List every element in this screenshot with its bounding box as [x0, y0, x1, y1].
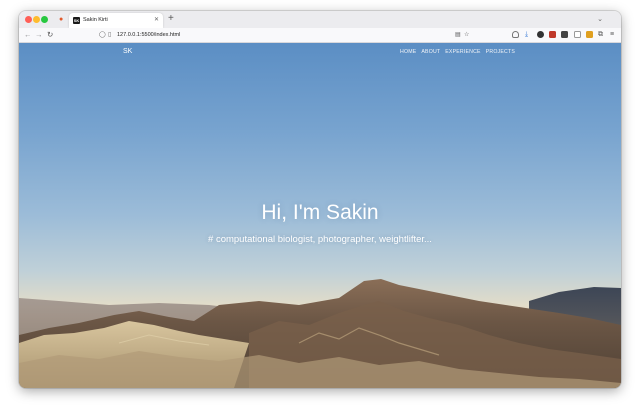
shield-icon[interactable]: ◯ — [99, 30, 106, 40]
new-tab-button[interactable]: + — [168, 13, 174, 25]
extension-grid-icon[interactable] — [561, 31, 568, 38]
hero-title: Hi, I'm Sakin — [261, 201, 379, 224]
hero-subtitle: # computational biologist, photographer,… — [208, 234, 432, 245]
navigation-toolbar: ← → ↻ ◯ ▯ 127.0.0.1:5500/index.html ▤ ☆ … — [19, 28, 621, 43]
downloads-icon[interactable]: ⤓ — [525, 31, 528, 38]
extension-key-icon[interactable] — [586, 31, 593, 38]
list-all-tabs-icon[interactable]: ⌄ — [597, 15, 603, 23]
bookmark-star-icon[interactable]: ☆ — [464, 30, 469, 40]
tab-favicon: SK — [73, 17, 80, 24]
url-text: 127.0.0.1:5500/index.html — [117, 32, 181, 38]
site-nav: HOME ABOUT EXPERIENCE PROJECTS — [400, 49, 515, 55]
nav-about[interactable]: ABOUT — [421, 49, 440, 55]
reader-view-icon[interactable]: ▤ — [455, 30, 461, 40]
window-minimize-button[interactable] — [33, 16, 40, 23]
page-icon[interactable]: ▯ — [108, 30, 111, 40]
back-button[interactable]: ← — [24, 30, 32, 40]
extension-page-icon[interactable] — [574, 31, 581, 38]
browser-window: ● SK Sakin Kirti ✕ + ⌄ ← → ↻ ◯ ▯ 127.0.0… — [19, 11, 621, 388]
pocket-icon[interactable] — [512, 31, 519, 38]
window-maximize-button[interactable] — [41, 16, 48, 23]
site-logo[interactable]: SK — [123, 48, 132, 55]
window-close-button[interactable] — [25, 16, 32, 23]
nav-projects[interactable]: PROJECTS — [486, 49, 515, 55]
nav-home[interactable]: HOME — [400, 49, 416, 55]
app-menu-icon[interactable]: ≡ — [610, 31, 614, 38]
extension-icon[interactable] — [537, 31, 544, 38]
forward-button[interactable]: → — [35, 30, 43, 40]
nav-experience[interactable]: EXPERIENCE — [445, 49, 480, 55]
reload-button[interactable]: ↻ — [47, 30, 53, 40]
address-bar[interactable]: ◯ ▯ 127.0.0.1:5500/index.html ▤ ☆ — [91, 30, 469, 40]
tab-bar: ● SK Sakin Kirti ✕ + ⌄ — [19, 11, 621, 28]
extensions-puzzle-icon[interactable]: ⧉ — [598, 31, 603, 38]
extension-red-icon[interactable] — [549, 31, 556, 38]
web-page: SK HOME ABOUT EXPERIENCE PROJECTS Hi, I'… — [19, 43, 621, 388]
tab-active[interactable]: SK Sakin Kirti ✕ — [69, 13, 163, 28]
tab-title: Sakin Kirti — [83, 17, 108, 23]
tab-close-icon[interactable]: ✕ — [154, 16, 159, 23]
firefox-view-icon[interactable]: ● — [59, 16, 63, 23]
